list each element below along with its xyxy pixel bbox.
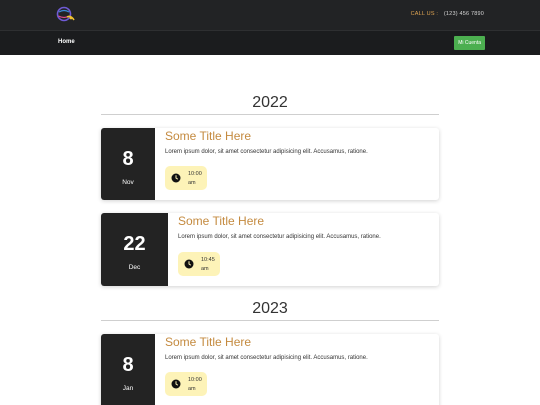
- event-content: Some Title Here Lorem ipsum dolor, sit a…: [165, 128, 431, 155]
- event-description: Lorem ipsum dolor, sit amet consectetur …: [165, 149, 368, 155]
- event-time-value: 10:45: [201, 257, 215, 263]
- event-month: Dec: [128, 264, 141, 271]
- call-us-info: CALL US : (123) 456 7890: [411, 11, 484, 17]
- event-time-text: 10:45 am: [201, 256, 221, 273]
- event-time-period: am: [201, 265, 209, 272]
- event-title[interactable]: Some Title Here: [165, 335, 431, 349]
- event-time: 10:00 am: [165, 372, 207, 396]
- event-day: 8: [122, 354, 134, 376]
- event-time-period: am: [188, 179, 196, 186]
- event-content: Some Title Here Lorem ipsum dolor, sit a…: [178, 213, 431, 240]
- event-time: 10:45 am: [178, 252, 220, 276]
- event-date-box: 8 Jan: [101, 334, 155, 405]
- nav-home-link[interactable]: Home: [58, 39, 75, 45]
- main-nav: Home Mi Cuenta: [0, 30, 540, 55]
- event-month: Nov: [122, 179, 134, 186]
- call-us-label: CALL US :: [410, 11, 439, 17]
- event-time-value: 10:00: [188, 171, 202, 177]
- event-description: Lorem ipsum dolor, sit amet consectetur …: [165, 355, 368, 361]
- event-day: 8: [122, 148, 134, 170]
- top-bar: CALL US : (123) 456 7890: [0, 0, 540, 30]
- clock-icon: [184, 259, 194, 269]
- event-time-value: 10:00: [188, 377, 202, 383]
- event-content: Some Title Here Lorem ipsum dolor, sit a…: [165, 334, 431, 361]
- year-heading: 2022: [252, 94, 288, 111]
- event-time-period: am: [188, 385, 196, 392]
- event-month: Jan: [122, 385, 134, 392]
- event-time-text: 10:00 am: [188, 376, 208, 393]
- my-account-button[interactable]: Mi Cuenta: [454, 36, 485, 50]
- event-description: Lorem ipsum dolor, sit amet consectetur …: [178, 234, 381, 240]
- clock-icon: [171, 379, 181, 389]
- event-day: 22: [123, 233, 146, 255]
- event-date-box: 22 Dec: [101, 213, 168, 286]
- year-divider: [101, 114, 439, 115]
- event-title[interactable]: Some Title Here: [178, 214, 431, 228]
- event-card[interactable]: 8 Jan Some Title Here Lorem ipsum dolor,…: [101, 334, 439, 405]
- year-divider: [101, 320, 439, 321]
- event-title[interactable]: Some Title Here: [165, 129, 431, 143]
- event-time: 10:00 am: [165, 166, 207, 190]
- clock-icon: [171, 173, 181, 183]
- phone-number[interactable]: (123) 456 7890: [444, 11, 484, 17]
- event-time-text: 10:00 am: [188, 170, 208, 187]
- globe-logo-icon[interactable]: [56, 6, 76, 24]
- event-card[interactable]: 8 Nov Some Title Here Lorem ipsum dolor,…: [101, 128, 439, 200]
- event-card[interactable]: 22 Dec Some Title Here Lorem ipsum dolor…: [101, 213, 439, 286]
- event-date-box: 8 Nov: [101, 128, 155, 200]
- year-heading: 2023: [252, 300, 288, 317]
